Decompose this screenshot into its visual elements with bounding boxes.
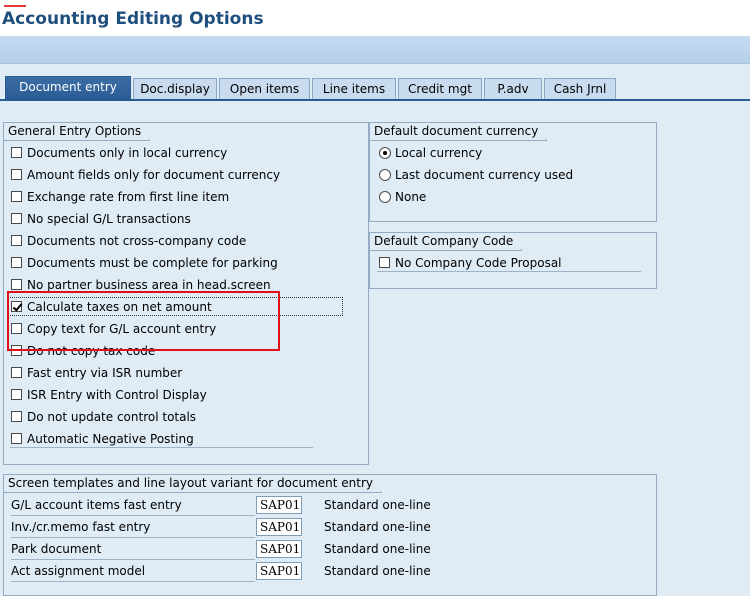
checkbox[interactable] <box>11 279 22 290</box>
option-label: Amount fields only for document currency <box>27 168 281 182</box>
checkbox[interactable] <box>11 433 22 444</box>
template-label-gl-fast-entry: G/L account items fast entry <box>11 495 255 516</box>
general-entry-options-title: General Entry Options <box>4 123 150 141</box>
option-label: No Company Code Proposal <box>395 256 562 270</box>
option-label: Last document currency used <box>395 168 574 182</box>
option-label: Exchange rate from first line item <box>27 190 230 204</box>
highlight-box <box>7 291 280 351</box>
checkbox[interactable] <box>11 147 22 158</box>
tab-document-entry[interactable]: Document entry <box>5 76 131 100</box>
option-label: ISR Entry with Control Display <box>27 388 207 402</box>
checkbox[interactable] <box>11 191 22 202</box>
title-accent <box>4 5 26 7</box>
option-label: No special G/L transactions <box>27 212 191 226</box>
default-company-code-title: Default Company Code <box>370 233 522 251</box>
template-input-invoice-fast-entry[interactable] <box>256 518 302 536</box>
tab-open-items[interactable]: Open items <box>219 78 310 99</box>
checkbox[interactable] <box>11 411 22 422</box>
title-bar: Accounting Editing Options <box>0 0 750 36</box>
default-currency-title: Default document currency <box>370 123 547 141</box>
option-label: None <box>395 190 427 204</box>
tab-underline <box>0 99 750 101</box>
option-label: Local currency <box>395 146 483 160</box>
template-input-gl-fast-entry[interactable] <box>256 496 302 514</box>
tab-strip: Document entry Doc.display Open items Li… <box>0 76 750 100</box>
template-label-invoice-fast-entry: Inv./cr.memo fast entry <box>11 517 255 538</box>
template-label-park-document: Park document <box>11 539 255 560</box>
checkbox[interactable] <box>11 257 22 268</box>
checkbox[interactable] <box>11 367 22 378</box>
application-toolbar <box>0 36 750 64</box>
option-label: Documents must be complete for parking <box>27 256 278 270</box>
checkbox[interactable] <box>11 169 22 180</box>
template-input-park-document[interactable] <box>256 540 302 558</box>
template-input-act-assignment-model[interactable] <box>256 562 302 580</box>
checkbox[interactable] <box>11 235 22 246</box>
option-label: Documents only in local currency <box>27 146 228 160</box>
option-label: Documents not cross-company code <box>27 234 247 248</box>
tab-credit-mgt[interactable]: Credit mgt <box>398 78 482 99</box>
option-label: Fast entry via ISR number <box>27 366 183 380</box>
option-label: Do not update control totals <box>27 410 197 424</box>
separator <box>377 271 641 272</box>
template-desc-gl-fast-entry: Standard one-line <box>324 498 431 512</box>
template-desc-park-document: Standard one-line <box>324 542 431 556</box>
tab-doc-display[interactable]: Doc.display <box>133 78 217 99</box>
radio-button[interactable] <box>379 169 391 181</box>
page-title: Accounting Editing Options <box>2 9 264 29</box>
checkbox[interactable] <box>11 213 22 224</box>
radio-button-selected[interactable] <box>379 147 391 159</box>
tab-line-items[interactable]: Line items <box>312 78 396 99</box>
screen-templates-title: Screen templates and line layout variant… <box>4 475 382 493</box>
option-label: Automatic Negative Posting <box>27 432 194 446</box>
template-desc-act-assignment-model: Standard one-line <box>324 564 431 578</box>
tab-cash-jrnl[interactable]: Cash Jrnl <box>544 78 616 99</box>
template-desc-invoice-fast-entry: Standard one-line <box>324 520 431 534</box>
radio-button[interactable] <box>379 191 391 203</box>
checkbox[interactable] <box>379 257 390 268</box>
tab-p-adv[interactable]: P.adv <box>484 78 542 99</box>
checkbox[interactable] <box>11 389 22 400</box>
